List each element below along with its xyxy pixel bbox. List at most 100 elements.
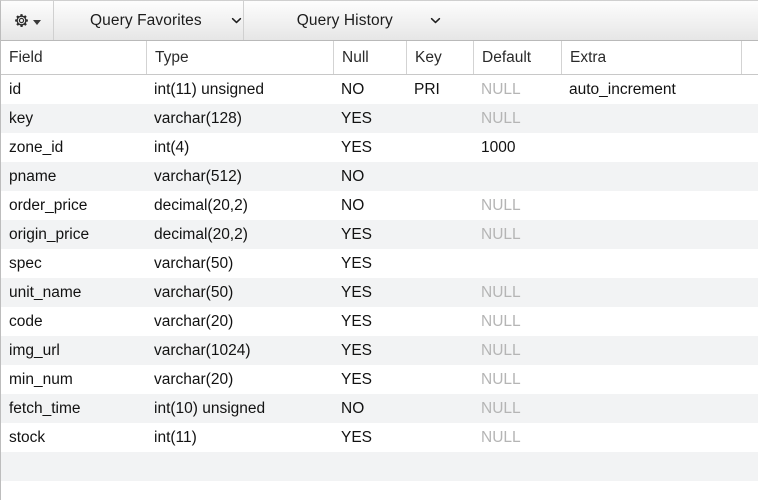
cell-key[interactable] bbox=[406, 336, 473, 365]
cell-key[interactable] bbox=[406, 162, 473, 191]
cell-extra[interactable] bbox=[561, 423, 741, 452]
cell-type[interactable]: varchar(1024) bbox=[146, 336, 333, 365]
cell-extra[interactable] bbox=[561, 336, 741, 365]
cell-field[interactable]: img_url bbox=[1, 336, 146, 365]
cell-default[interactable]: NULL bbox=[473, 307, 561, 336]
cell-null[interactable]: YES bbox=[333, 423, 406, 452]
cell-null[interactable]: YES bbox=[333, 220, 406, 249]
cell-key[interactable] bbox=[406, 365, 473, 394]
cell-null[interactable]: YES bbox=[333, 307, 406, 336]
cell-null[interactable]: YES bbox=[333, 249, 406, 278]
cell-null[interactable]: YES bbox=[333, 104, 406, 133]
cell-field[interactable]: id bbox=[1, 75, 146, 104]
cell-key[interactable] bbox=[406, 133, 473, 162]
cell-null[interactable]: NO bbox=[333, 75, 406, 104]
cell-key[interactable]: PRI bbox=[406, 75, 473, 104]
cell-key[interactable] bbox=[406, 104, 473, 133]
column-header-key[interactable]: Key bbox=[406, 41, 473, 74]
cell-type[interactable]: varchar(20) bbox=[146, 307, 333, 336]
cell-type[interactable]: decimal(20,2) bbox=[146, 191, 333, 220]
cell-type[interactable]: int(10) unsigned bbox=[146, 394, 333, 423]
cell-type[interactable]: varchar(20) bbox=[146, 365, 333, 394]
table-row[interactable]: fetch_timeint(10) unsignedNO NULL bbox=[1, 394, 758, 423]
table-row[interactable]: order_pricedecimal(20,2)NO NULL bbox=[1, 191, 758, 220]
cell-type[interactable]: varchar(512) bbox=[146, 162, 333, 191]
table-row[interactable]: keyvarchar(128)YES NULL bbox=[1, 104, 758, 133]
table-row[interactable]: origin_pricedecimal(20,2)YES NULL bbox=[1, 220, 758, 249]
cell-extra[interactable]: auto_increment bbox=[561, 75, 741, 104]
cell-extra[interactable] bbox=[561, 394, 741, 423]
cell-default[interactable]: NULL bbox=[473, 75, 561, 104]
cell-default[interactable]: NULL bbox=[473, 394, 561, 423]
cell-default[interactable]: NULL bbox=[473, 191, 561, 220]
query-history-button[interactable]: Query History bbox=[244, 1, 442, 40]
cell-extra[interactable] bbox=[561, 133, 741, 162]
table-row[interactable]: min_numvarchar(20)YES NULL bbox=[1, 365, 758, 394]
cell-type[interactable]: varchar(50) bbox=[146, 278, 333, 307]
cell-default[interactable] bbox=[473, 249, 561, 278]
column-header-type[interactable]: Type bbox=[146, 41, 333, 74]
column-header-extra[interactable]: Extra bbox=[561, 41, 741, 74]
table-row[interactable]: codevarchar(20)YES NULL bbox=[1, 307, 758, 336]
cell-default[interactable]: NULL bbox=[473, 365, 561, 394]
cell-field[interactable]: order_price bbox=[1, 191, 146, 220]
cell-type[interactable]: varchar(128) bbox=[146, 104, 333, 133]
cell-extra[interactable] bbox=[561, 365, 741, 394]
query-favorites-button[interactable]: Query Favorites bbox=[54, 1, 243, 40]
cell-extra[interactable] bbox=[561, 307, 741, 336]
cell-null[interactable]: NO bbox=[333, 191, 406, 220]
cell-type[interactable]: decimal(20,2) bbox=[146, 220, 333, 249]
cell-default[interactable]: 1000 bbox=[473, 133, 561, 162]
cell-field[interactable]: stock bbox=[1, 423, 146, 452]
cell-null[interactable]: YES bbox=[333, 133, 406, 162]
table-row[interactable]: pnamevarchar(512)NO bbox=[1, 162, 758, 191]
cell-type[interactable]: int(11) unsigned bbox=[146, 75, 333, 104]
cell-key[interactable] bbox=[406, 394, 473, 423]
cell-type[interactable]: varchar(50) bbox=[146, 249, 333, 278]
cell-key[interactable] bbox=[406, 278, 473, 307]
cell-field[interactable]: min_num bbox=[1, 365, 146, 394]
cell-default[interactable]: NULL bbox=[473, 104, 561, 133]
cell-null[interactable]: YES bbox=[333, 336, 406, 365]
table-row[interactable]: img_urlvarchar(1024)YES NULL bbox=[1, 336, 758, 365]
cell-field[interactable]: origin_price bbox=[1, 220, 146, 249]
table-row[interactable]: idint(11) unsignedNOPRINULLauto_incremen… bbox=[1, 75, 758, 104]
cell-extra[interactable] bbox=[561, 278, 741, 307]
table-row[interactable]: unit_namevarchar(50)YES NULL bbox=[1, 278, 758, 307]
cell-null[interactable]: NO bbox=[333, 394, 406, 423]
cell-key[interactable] bbox=[406, 423, 473, 452]
cell-field[interactable]: fetch_time bbox=[1, 394, 146, 423]
cell-type[interactable]: int(11) bbox=[146, 423, 333, 452]
cell-field[interactable]: code bbox=[1, 307, 146, 336]
cell-default[interactable] bbox=[473, 162, 561, 191]
settings-menu-button[interactable] bbox=[1, 1, 53, 40]
cell-null[interactable]: NO bbox=[333, 162, 406, 191]
column-header-default[interactable]: Default bbox=[473, 41, 561, 74]
cell-extra[interactable] bbox=[561, 191, 741, 220]
cell-type[interactable]: int(4) bbox=[146, 133, 333, 162]
cell-field[interactable]: key bbox=[1, 104, 146, 133]
table-row[interactable]: stockint(11)YES NULL bbox=[1, 423, 758, 452]
cell-key[interactable] bbox=[406, 191, 473, 220]
cell-null[interactable]: YES bbox=[333, 365, 406, 394]
cell-key[interactable] bbox=[406, 220, 473, 249]
cell-default[interactable]: NULL bbox=[473, 336, 561, 365]
table-row[interactable]: specvarchar(50)YES bbox=[1, 249, 758, 278]
cell-field[interactable]: zone_id bbox=[1, 133, 146, 162]
cell-field[interactable]: unit_name bbox=[1, 278, 146, 307]
column-header-null[interactable]: Null bbox=[333, 41, 406, 74]
cell-extra[interactable] bbox=[561, 104, 741, 133]
cell-default[interactable]: NULL bbox=[473, 423, 561, 452]
column-header-field[interactable]: Field bbox=[1, 41, 146, 74]
cell-extra[interactable] bbox=[561, 249, 741, 278]
cell-field[interactable]: pname bbox=[1, 162, 146, 191]
cell-extra[interactable] bbox=[561, 220, 741, 249]
cell-extra[interactable] bbox=[561, 162, 741, 191]
cell-default[interactable]: NULL bbox=[473, 278, 561, 307]
cell-null[interactable]: YES bbox=[333, 278, 406, 307]
cell-default[interactable]: NULL bbox=[473, 220, 561, 249]
cell-key[interactable] bbox=[406, 307, 473, 336]
cell-field[interactable]: spec bbox=[1, 249, 146, 278]
cell-key[interactable] bbox=[406, 249, 473, 278]
table-row[interactable]: zone_idint(4)YES 1000 bbox=[1, 133, 758, 162]
